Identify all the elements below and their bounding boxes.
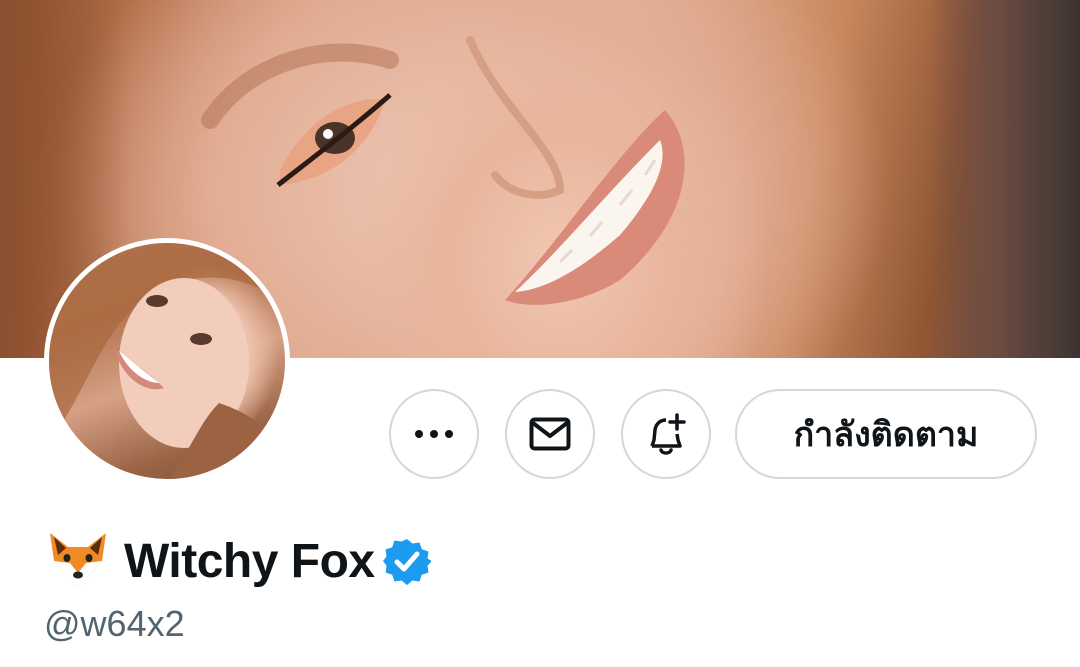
more-options-button[interactable] (389, 389, 479, 479)
ellipsis-icon (415, 430, 453, 438)
avatar-photo-details (49, 243, 285, 479)
following-button[interactable]: กำลังติดตาม (735, 389, 1037, 479)
bell-plus-icon (650, 413, 686, 455)
message-button[interactable] (505, 389, 595, 479)
profile-avatar[interactable] (44, 238, 290, 484)
notifications-button[interactable] (621, 389, 711, 479)
profile-handle: @w64x2 (44, 603, 185, 644)
profile-name-row: Witchy Fox (44, 526, 431, 596)
fox-face-icon (50, 533, 106, 587)
verified-badge-icon[interactable] (382, 537, 431, 585)
envelope-icon (529, 417, 571, 451)
display-name: Witchy Fox (124, 534, 375, 588)
